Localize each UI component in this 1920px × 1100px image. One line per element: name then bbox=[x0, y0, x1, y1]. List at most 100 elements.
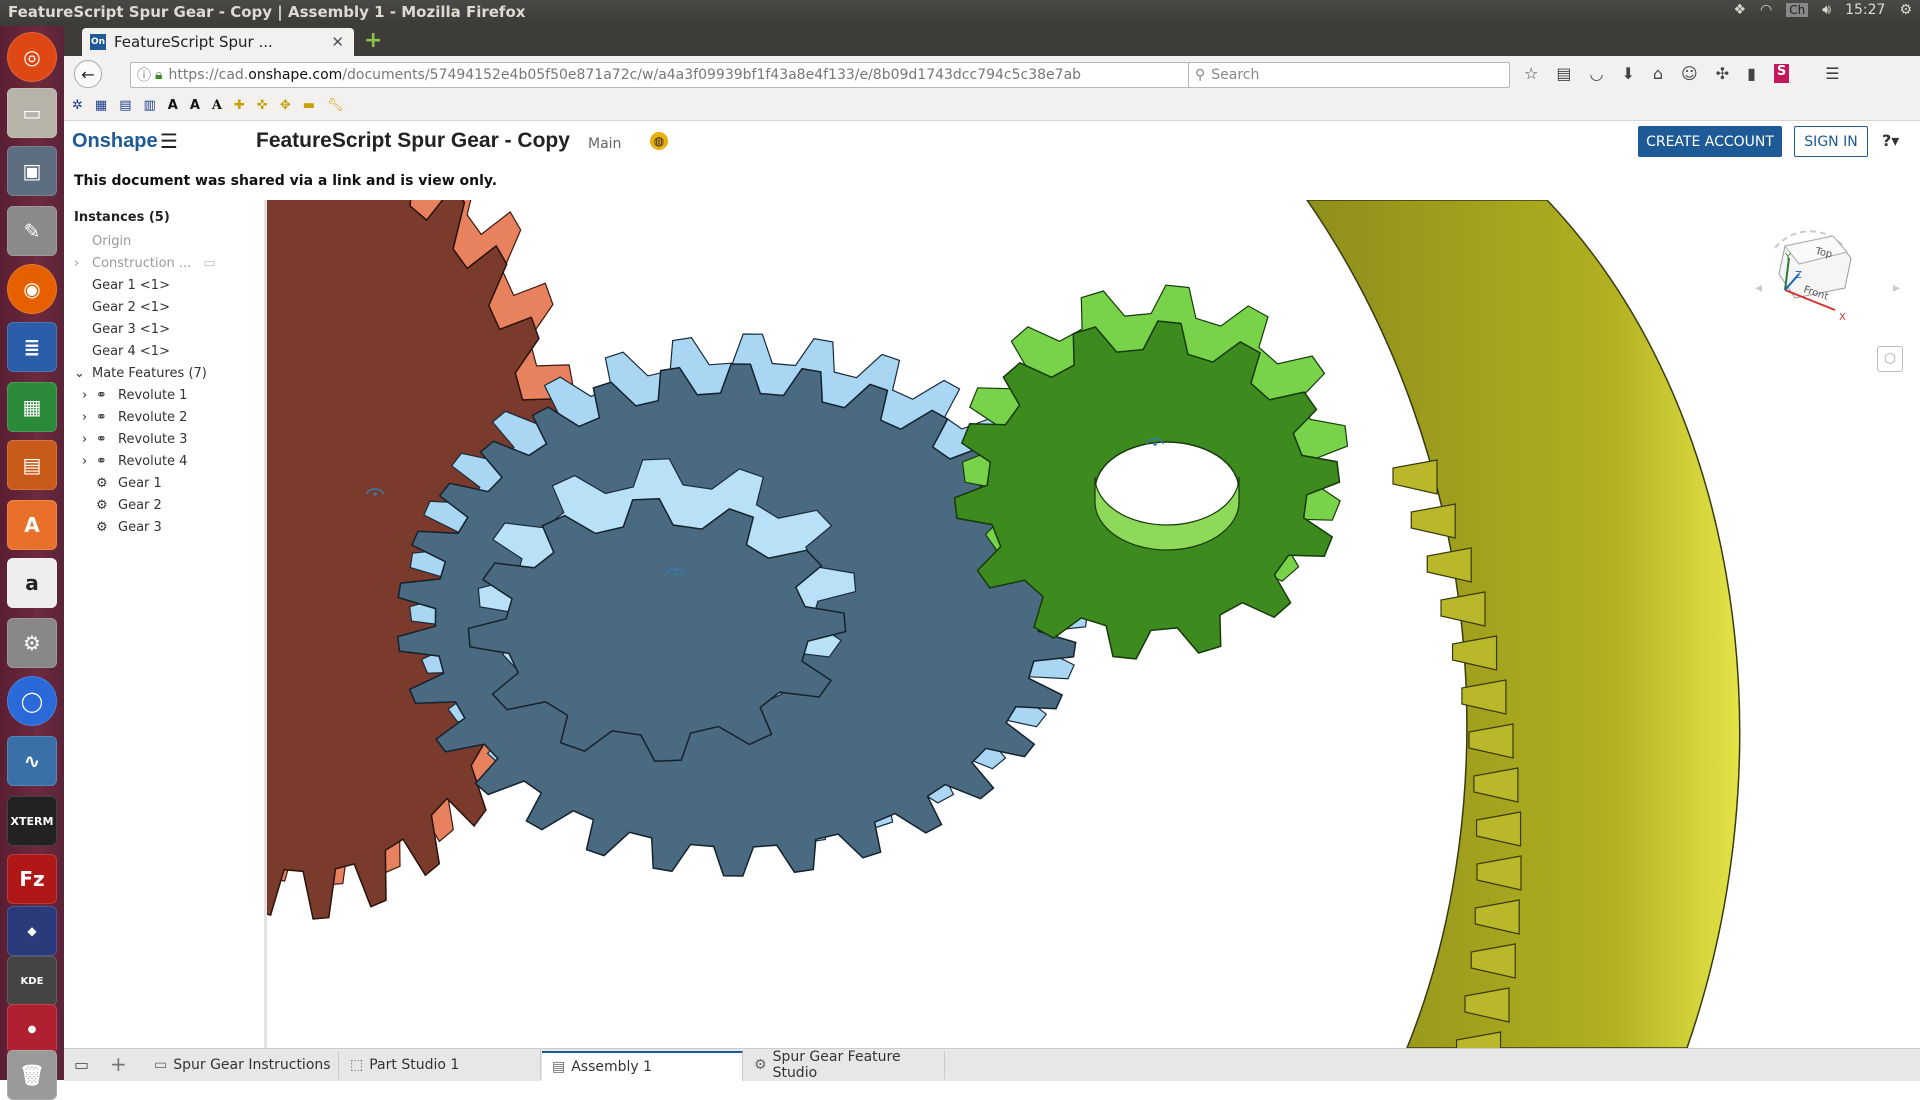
tree-item-gear-relation-2[interactable]: ⚙ Gear 2 bbox=[96, 494, 162, 516]
impress-icon[interactable]: ▤ bbox=[7, 440, 57, 490]
system-monitor-icon[interactable]: ∿ bbox=[7, 736, 57, 786]
tree-item-revolute-1[interactable]: › ⚭ Revolute 1 bbox=[82, 384, 187, 406]
tree-item-revolute-2[interactable]: › ⚭ Revolute 2 bbox=[82, 406, 187, 428]
browser-tab[interactable]: On FeatureScript Spur ... ✕ bbox=[82, 28, 354, 56]
bookmark-icon-3[interactable]: ▤ bbox=[119, 98, 131, 113]
download-icon[interactable]: ⬇ bbox=[1621, 64, 1634, 83]
view-options-cube-icon[interactable]: ⬡ bbox=[1877, 346, 1903, 372]
bookmark-icon-1[interactable]: ✲ bbox=[72, 98, 83, 113]
keyboard-indicator[interactable]: Ch bbox=[1786, 3, 1809, 17]
axis-z-label: Z bbox=[1795, 270, 1802, 281]
create-account-button[interactable]: CREATE ACCOUNT bbox=[1638, 126, 1782, 157]
tree-item-gear-relation-1[interactable]: ⚙ Gear 1 bbox=[96, 472, 162, 494]
back-icon[interactable]: ← bbox=[74, 60, 102, 88]
reading-list-icon[interactable]: ▤ bbox=[1556, 64, 1571, 83]
tools-icon[interactable]: 🔧︎ bbox=[327, 98, 344, 113]
search-bar[interactable]: ⚲ Search bbox=[1188, 62, 1510, 88]
trash-icon[interactable]: 🗑︎ bbox=[7, 1050, 57, 1100]
xterm-icon[interactable]: XTERM bbox=[7, 796, 57, 846]
new-tab-icon[interactable]: + bbox=[364, 28, 382, 53]
font-a-small-icon[interactable]: A bbox=[190, 98, 200, 113]
tree-item-construction[interactable]: › Construction ... ▭ bbox=[74, 252, 216, 274]
bookmark-star-icon[interactable]: ☆ bbox=[1524, 64, 1538, 83]
clipboard-icon[interactable]: ▮ bbox=[1747, 64, 1756, 83]
chevron-right-icon[interactable]: › bbox=[82, 454, 96, 469]
pocket-icon[interactable]: ◡ bbox=[1589, 64, 1603, 83]
view-cube[interactable]: Top Front X Y Z bbox=[1755, 218, 1865, 328]
tree-item-gear-4[interactable]: Gear 4 <1> bbox=[92, 340, 170, 362]
bookmark-icon-4[interactable]: ▥ bbox=[144, 98, 156, 113]
volume-icon[interactable]: 🔊︎ bbox=[1822, 2, 1831, 18]
close-tab-icon[interactable]: ✕ bbox=[331, 33, 344, 51]
tree-item-gear-3[interactable]: Gear 3 <1> bbox=[92, 318, 170, 340]
extension-icon[interactable]: ✣ bbox=[1716, 64, 1729, 83]
tree-item-gear-relation-3[interactable]: ⚙ Gear 3 bbox=[96, 516, 162, 538]
menu-icon[interactable]: ☰ bbox=[1825, 64, 1839, 83]
system-settings-icon[interactable]: ⚙ bbox=[7, 618, 57, 668]
addon-s-icon[interactable]: S bbox=[1773, 64, 1790, 83]
software-center-icon[interactable]: A bbox=[7, 500, 57, 550]
zoom-out-icon[interactable]: ▬ bbox=[303, 98, 315, 113]
font-a-serif-icon[interactable]: A bbox=[212, 98, 222, 113]
chat-icon[interactable]: ☺ bbox=[1681, 64, 1698, 83]
app-icon-3[interactable]: ● bbox=[7, 1004, 57, 1054]
chevron-right-icon[interactable]: › bbox=[82, 388, 96, 403]
revolute-mate-icon: ⚭ bbox=[96, 409, 107, 425]
filezilla-icon[interactable]: Fz bbox=[7, 854, 57, 904]
tab-spur-gear-feature-studio[interactable]: ⚙ Spur Gear Feature Studio bbox=[744, 1049, 945, 1081]
clock[interactable]: 15:27 bbox=[1845, 2, 1885, 18]
tab-label: Spur Gear Instructions bbox=[173, 1057, 331, 1073]
tree-item-gear-2[interactable]: Gear 2 <1> bbox=[92, 296, 170, 318]
view-cube-rotate-right-icon[interactable]: ▸ bbox=[1893, 280, 1900, 296]
zoom-s-icon[interactable]: ✥ bbox=[280, 98, 291, 113]
computer-icon[interactable]: ▣ bbox=[7, 146, 57, 196]
onshape-favicon: On bbox=[90, 34, 106, 50]
tab-assembly-1[interactable]: ▤ Assembly 1 bbox=[542, 1051, 743, 1081]
ring-gear[interactable] bbox=[1306, 200, 1741, 1048]
zoom-t-icon[interactable]: ✜ bbox=[257, 98, 268, 113]
gear-assembly-scene[interactable] bbox=[267, 200, 1920, 1048]
help-icon[interactable]: ?▾ bbox=[1882, 131, 1899, 150]
sign-in-button[interactable]: SIGN IN bbox=[1794, 126, 1868, 157]
chevron-right-icon[interactable]: › bbox=[74, 256, 92, 271]
tree-item-revolute-3[interactable]: › ⚭ Revolute 3 bbox=[82, 428, 187, 450]
app-icon-1[interactable]: ◆ bbox=[7, 906, 57, 956]
ubuntu-dash-icon[interactable]: ◎ bbox=[7, 32, 57, 82]
dropbox-icon[interactable]: ❖ bbox=[1733, 2, 1746, 18]
info-icon[interactable]: ⓘ bbox=[137, 65, 151, 85]
wifi-icon[interactable]: ◠ bbox=[1760, 2, 1772, 18]
tab-spur-gear-instructions[interactable]: ▭ Spur Gear Instructions bbox=[146, 1051, 339, 1079]
instances-header[interactable]: Instances (5) bbox=[74, 210, 170, 225]
files-icon[interactable]: ▭ bbox=[7, 88, 57, 138]
add-tab-icon[interactable]: + bbox=[110, 1052, 127, 1076]
branch-label[interactable]: Main bbox=[588, 136, 621, 152]
onshape-logo[interactable]: Onshape bbox=[72, 130, 158, 153]
settings-gear-icon[interactable]: ⚙ bbox=[1899, 2, 1912, 18]
calc-icon[interactable]: ▦ bbox=[7, 382, 57, 432]
tab-manager-icon[interactable]: ▭ bbox=[74, 1055, 89, 1074]
tree-item-mate-features[interactable]: ⌄ Mate Features (7) bbox=[74, 362, 207, 384]
tree-item-revolute-4[interactable]: › ⚭ Revolute 4 bbox=[82, 450, 187, 472]
tree-item-gear-1[interactable]: Gear 1 <1> bbox=[92, 274, 170, 296]
amazon-icon[interactable]: a bbox=[7, 558, 57, 608]
bookmark-icon-2[interactable]: ▦ bbox=[95, 98, 107, 113]
zoom-in-icon[interactable]: ✚ bbox=[234, 98, 245, 113]
font-a-icon[interactable]: A bbox=[168, 98, 178, 113]
chevron-down-icon[interactable]: ⌄ bbox=[74, 366, 92, 381]
hamburger-menu-icon[interactable]: ☰ bbox=[160, 129, 178, 153]
tree-item-origin[interactable]: Origin bbox=[92, 230, 131, 252]
chevron-right-icon[interactable]: › bbox=[82, 410, 96, 425]
app-icon-2[interactable]: KDE bbox=[7, 956, 57, 1006]
tab-label: Part Studio 1 bbox=[369, 1057, 460, 1073]
view-cube-rotate-left-icon[interactable]: ◂ bbox=[1755, 280, 1762, 296]
graphics-viewport[interactable]: Top Front X Y Z ◂ ▸ ⬡ bbox=[267, 200, 1920, 1048]
tab-part-studio-1[interactable]: ⬚ Part Studio 1 bbox=[340, 1051, 541, 1079]
chromium-icon[interactable]: ◯ bbox=[7, 676, 57, 726]
writer-icon[interactable]: ≣ bbox=[7, 322, 57, 372]
instance-list-panel: Instances (5) Origin › Construction ... … bbox=[64, 200, 267, 1048]
chevron-right-icon[interactable]: › bbox=[82, 432, 96, 447]
home-icon[interactable]: ⌂ bbox=[1653, 64, 1663, 83]
firefox-icon[interactable]: ◉ bbox=[7, 264, 57, 314]
url-bar[interactable]: ⓘ 🔒︎ https://cad. onshape.com/documents/5… bbox=[130, 62, 1216, 88]
text-editor-icon[interactable]: ✎ bbox=[7, 206, 57, 256]
